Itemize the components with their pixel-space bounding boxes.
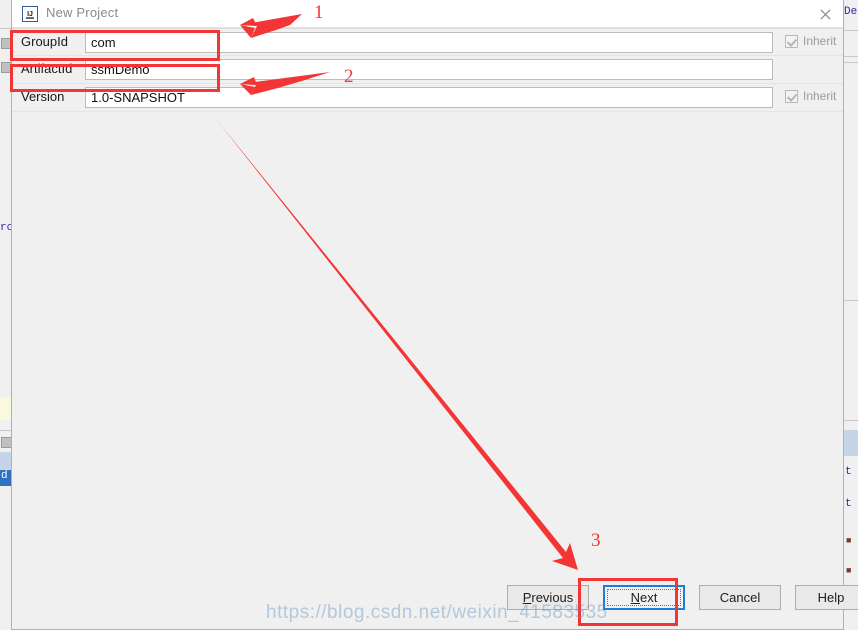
- cancel-button-label: Cancel: [719, 590, 761, 605]
- bg-selection-band: [0, 452, 11, 470]
- form-row-groupid: GroupId Inherit: [12, 28, 843, 56]
- bg-divider: [844, 56, 858, 57]
- artifactid-input[interactable]: [85, 59, 773, 80]
- svg-text:IJ: IJ: [27, 11, 33, 18]
- dialog-title: New Project: [46, 5, 119, 20]
- checkbox-checked-icon[interactable]: [785, 89, 798, 103]
- project-coordinates-form: GroupId Inherit ArtifactId Version Inher…: [12, 28, 843, 112]
- intellij-idea-icon: IJ: [22, 6, 38, 22]
- background-right-strip: De t t ■ ■ 5: [843, 0, 858, 630]
- bg-highlight-band: [0, 398, 11, 420]
- bg-divider: [844, 62, 858, 63]
- bg-code-glyph: t: [845, 466, 852, 478]
- form-row-version: Version Inherit: [12, 84, 843, 112]
- bg-code-glyph: t: [845, 498, 852, 510]
- form-row-artifactid: ArtifactId: [12, 56, 843, 84]
- dialog-button-bar: Previous Next Cancel Help: [12, 585, 858, 611]
- artifactid-label: ArtifactId: [21, 61, 73, 76]
- new-project-dialog: IJ New Project GroupId Inherit ArtifactI…: [11, 0, 858, 630]
- bg-divider: [0, 430, 11, 431]
- previous-button[interactable]: Previous: [507, 585, 589, 610]
- version-label: Version: [21, 89, 65, 104]
- previous-button-label: Previous: [522, 590, 574, 605]
- inherit-label: Inherit: [803, 89, 837, 103]
- cancel-button[interactable]: Cancel: [699, 585, 781, 610]
- bg-selection-band: [844, 430, 858, 456]
- version-input[interactable]: [85, 87, 773, 108]
- checkbox-checked-icon[interactable]: [785, 34, 798, 48]
- bg-divider: [0, 28, 11, 29]
- help-button[interactable]: Help: [795, 585, 858, 610]
- bg-divider: [844, 420, 858, 421]
- bg-divider: [844, 300, 858, 301]
- next-button-label: Next: [630, 590, 658, 605]
- groupid-label: GroupId: [21, 34, 68, 49]
- inherit-label: Inherit: [803, 34, 837, 48]
- bg-divider: [844, 30, 858, 31]
- bg-right-top-text: De: [844, 6, 858, 18]
- groupid-input[interactable]: [85, 32, 773, 53]
- help-button-label: Help: [817, 590, 845, 605]
- next-button[interactable]: Next: [603, 585, 685, 610]
- close-icon[interactable]: [813, 3, 837, 25]
- dialog-titlebar: IJ New Project: [12, 0, 843, 28]
- groupid-inherit-checkbox[interactable]: Inherit: [785, 34, 836, 48]
- version-inherit-checkbox[interactable]: Inherit: [785, 89, 836, 103]
